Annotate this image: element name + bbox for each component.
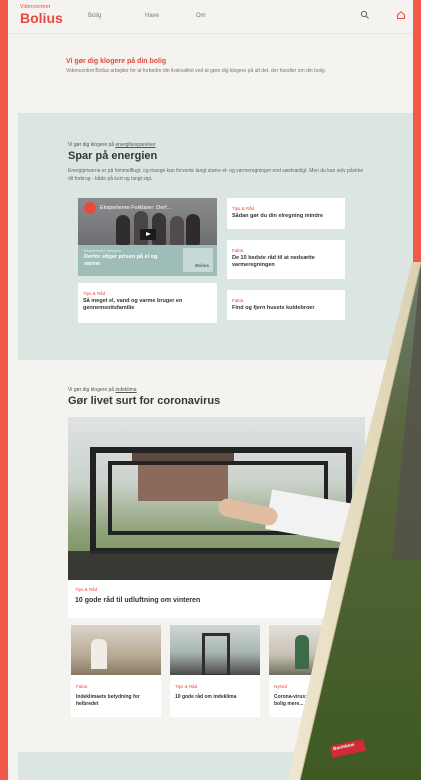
next-section-band (18, 752, 413, 780)
search-icon[interactable] (360, 10, 370, 20)
corona-eyebrow-link[interactable]: indeklima (115, 387, 136, 393)
energy-title: Spar på energien (68, 150, 158, 162)
nav-item-bolig[interactable]: Bolig (88, 13, 101, 19)
corona-eyebrow: Vi gør dig klogere på indeklima (68, 387, 368, 393)
card-category: Fakta (232, 298, 244, 303)
bolius-logo[interactable]: Videncentret Bolius (20, 5, 63, 26)
home-icon[interactable] (396, 10, 406, 20)
house-icon (183, 248, 213, 272)
corona-main-card[interactable]: Tips & Råd 10 gode råd til udluftning om… (68, 580, 365, 618)
intro-block: Vi gør dig klogere på din bolig Videncen… (66, 58, 356, 76)
corona-small-card[interactable]: Fakta Indeklimaets betydning for helbred… (71, 675, 161, 717)
nav-item-have[interactable]: Have (145, 13, 159, 19)
corona-title: Gør livet surt for coronavirus (68, 395, 221, 407)
site-header: Videncentret Bolius Bolig Have Om (8, 0, 413, 34)
card-category: Tips & Råd (232, 206, 255, 211)
card-category: Fakta (232, 248, 244, 253)
corona-small-card[interactable]: Nyhed Corona-virus: Sådan gør du din bol… (269, 675, 359, 717)
page: Videncentret Bolius Bolig Have Om Vi gør… (8, 0, 413, 780)
nav-item-om[interactable]: Om (196, 13, 206, 19)
corona-eyebrow-prefix: Vi gør dig klogere på (68, 387, 116, 393)
card-category: Tips & Råd (83, 291, 106, 296)
card-category: Fakta (76, 684, 88, 689)
card-title: Find og fjern husets kuldebroer (232, 305, 315, 311)
energy-eyebrow: Vi gør dig klogere på energibesparelser (68, 142, 368, 148)
card-title: Corona-virus: Sådan gør du din bolig mer… (274, 694, 350, 707)
video-brand: Bolius (195, 263, 209, 268)
energy-card[interactable]: Tips & Råd Sådan gør du din elregning mi… (227, 198, 345, 229)
energy-card[interactable]: Fakta Find og fjern husets kuldebroer (227, 290, 345, 320)
card-category: Tips & Råd (75, 587, 98, 592)
thumb-image-cleaning[interactable] (269, 625, 359, 675)
energy-section: Vi gør dig klogere på energibesparelser … (18, 113, 413, 360)
video-subtitle: Eksperterne forklarer (84, 248, 122, 253)
card-category: Nyhed (274, 684, 288, 689)
intro-text: Videncentret Bolius arbejder for at forb… (66, 68, 327, 74)
energy-video[interactable]: Eksperterne Forklarer: Derf... Eksperter… (78, 198, 217, 276)
channel-logo-icon (84, 202, 96, 214)
card-title: Sådan gør du din elregning mindre (232, 213, 324, 219)
energy-eyebrow-link[interactable]: energibesparelser (115, 142, 155, 148)
video-heading: Derfor stiger prisen på el og varme (84, 254, 158, 267)
card-title: 10 gode råd til udluftning om vinteren (75, 597, 201, 604)
corona-small-card[interactable]: Tips & Råd 10 gode råd om indeklima (170, 675, 260, 717)
thumb-image-indeklima[interactable] (71, 625, 161, 675)
card-title: 10 gode råd om indeklima (175, 694, 237, 700)
card-category: Tips & Råd (175, 684, 198, 689)
intro-heading: Vi gør dig klogere på din bolig (66, 58, 167, 65)
card-title: Så meget el, vand og varme bruger en gen… (83, 298, 183, 311)
window-photo[interactable] (68, 417, 365, 580)
card-title: De 10 bedste råd til at nedsætte varmere… (232, 255, 315, 268)
energy-card[interactable]: Fakta De 10 bedste råd til at nedsætte v… (227, 240, 345, 279)
logo-big-text: Bolius (20, 10, 63, 26)
corona-section-header: Vi gør dig klogere på indeklima Gør live… (68, 387, 368, 407)
video-title[interactable]: Eksperterne Forklarer: Derf... (100, 205, 171, 211)
energy-description: Energipriserne er på himmelflugt, og man… (68, 168, 364, 182)
energy-eyebrow-prefix: Vi gør dig klogere på (68, 142, 116, 148)
energy-card[interactable]: Tips & Råd Så meget el, vand og varme br… (78, 283, 217, 323)
play-icon[interactable] (140, 229, 156, 240)
thumb-image-window[interactable] (170, 625, 260, 677)
card-title: Indeklimaets betydning for helbredet (76, 694, 140, 707)
